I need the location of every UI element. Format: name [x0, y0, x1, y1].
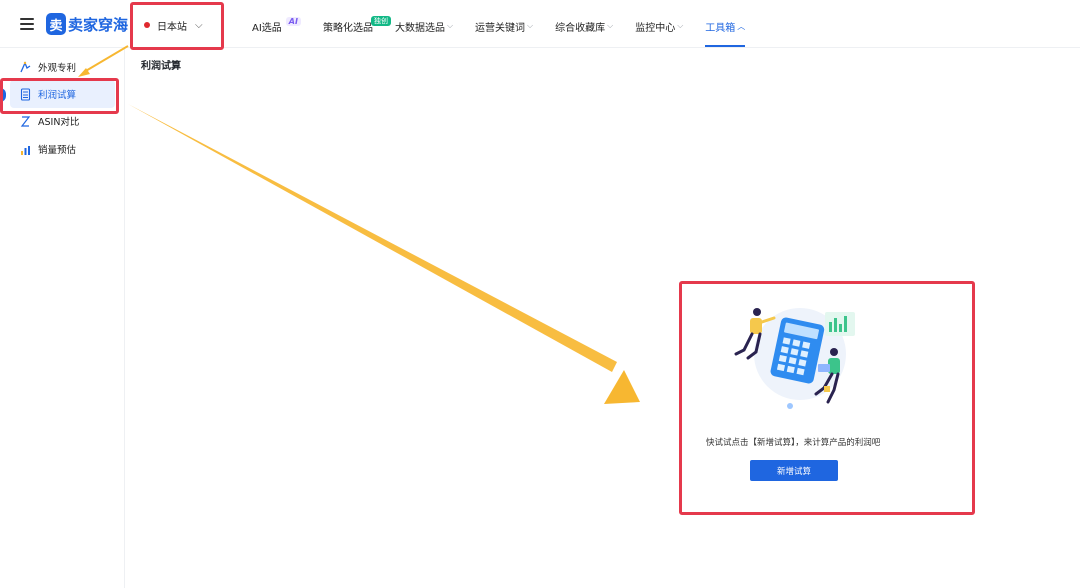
- main-nav: AI选品 AI 策略化选品 独创 大数据选品 ⌵ 运营关键词 ⌵ 综合收藏库 ⌵…: [252, 15, 767, 47]
- annotation-box-sidebar: [0, 78, 119, 114]
- nav-label: 运营关键词: [475, 22, 526, 34]
- chevron-down-icon: ⌵: [607, 21, 614, 30]
- sidebar: 外观专利 利润试算 ASIN对比 销量预估: [0, 48, 125, 588]
- sidebar-item-label: 外观专利: [38, 63, 77, 74]
- compare-icon: [19, 115, 32, 128]
- nav-strategy-selection[interactable]: 策略化选品 独创: [322, 15, 391, 34]
- bar-chart-icon: [19, 143, 32, 156]
- sidebar-item-label: ASIN对比: [38, 117, 80, 128]
- exclusive-badge: 独创: [370, 15, 391, 26]
- nav-label: AI选品: [252, 22, 282, 34]
- chevron-up-icon: ︿: [737, 21, 746, 31]
- annotation-box-empty-state: [679, 281, 975, 515]
- chevron-down-icon: ⌵: [677, 21, 684, 30]
- logo-mark: 卖: [46, 13, 66, 35]
- nav-ai-selection[interactable]: AI选品 AI: [252, 16, 301, 34]
- nav-label: 工具箱: [705, 22, 736, 34]
- sidebar-item-patent[interactable]: 外观专利: [10, 53, 115, 81]
- sidebar-item-label: 销量预估: [38, 145, 77, 156]
- nav-toolbox[interactable]: 工具箱 ︿: [705, 19, 746, 47]
- ai-badge: AI: [285, 16, 301, 26]
- nav-monitor-center[interactable]: 监控中心 ⌵: [635, 19, 683, 34]
- nav-label: 综合收藏库: [555, 22, 606, 34]
- menu-icon[interactable]: [20, 18, 34, 30]
- chevron-down-icon: ⌵: [446, 21, 454, 30]
- nav-label: 监控中心: [635, 22, 676, 34]
- nav-operation-keywords[interactable]: 运营关键词 ⌵: [475, 19, 533, 34]
- patent-icon: [19, 60, 32, 74]
- logo[interactable]: 卖 卖家穿海: [46, 13, 128, 35]
- logo-text: 卖家穿海: [68, 15, 129, 34]
- chevron-down-icon: ⌵: [527, 21, 534, 30]
- sidebar-item-sales-estimate[interactable]: 销量预估: [10, 135, 115, 163]
- nav-label: 大数据选品: [394, 22, 445, 34]
- nav-favorites[interactable]: 综合收藏库 ⌵: [555, 19, 613, 34]
- annotation-box-site: [130, 2, 224, 50]
- nav-big-data-selection[interactable]: 大数据选品 ⌵: [395, 19, 453, 34]
- active-nav-underline: [705, 44, 746, 47]
- nav-label: 策略化选品: [322, 22, 373, 34]
- page-title: 利润试算: [141, 61, 181, 72]
